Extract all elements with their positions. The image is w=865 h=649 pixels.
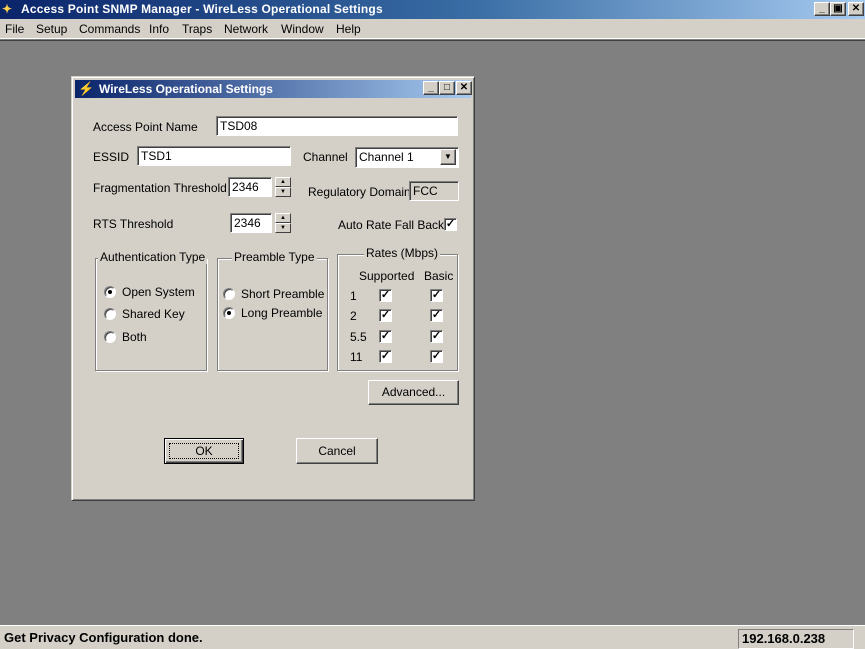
access-point-name-input[interactable]: TSD08 xyxy=(216,116,458,136)
spin-up-icon[interactable]: ▲ xyxy=(275,213,291,223)
spin-down-icon[interactable]: ▼ xyxy=(275,223,291,233)
rate-11-basic-checkbox[interactable]: ✓ xyxy=(430,350,443,363)
menu-file[interactable]: File xyxy=(5,22,24,36)
essid-label: ESSID xyxy=(93,150,130,164)
advanced-button[interactable]: Advanced... xyxy=(368,380,459,405)
shared-key-radio[interactable] xyxy=(104,308,116,320)
rates-label: Rates (Mbps) xyxy=(364,246,441,260)
open-system-radio[interactable] xyxy=(104,286,116,298)
rate-2-basic-checkbox[interactable]: ✓ xyxy=(430,309,443,322)
cancel-button[interactable]: Cancel xyxy=(296,438,378,464)
status-message: Get Privacy Configuration done. xyxy=(4,630,203,645)
menu-traps[interactable]: Traps xyxy=(182,22,212,36)
rts-threshold-spinner[interactable]: ▲ ▼ xyxy=(275,213,291,233)
rate-label: 5.5 xyxy=(350,330,367,344)
close-button[interactable]: ✕ xyxy=(848,2,864,16)
open-system-label[interactable]: Open System xyxy=(122,285,195,299)
auto-rate-fall-back-label: Auto Rate Fall Back xyxy=(338,218,445,232)
menu-setup[interactable]: Setup xyxy=(36,22,67,36)
channel-select-value: Channel 1 xyxy=(359,150,414,164)
rate-1-basic-checkbox[interactable]: ✓ xyxy=(430,289,443,302)
long-preamble-radio[interactable] xyxy=(223,307,235,319)
minimize-button[interactable]: _ xyxy=(814,2,830,16)
rate-2-supported-checkbox[interactable]: ✓ xyxy=(379,309,392,322)
rate-label: 1 xyxy=(350,289,357,303)
wireless-settings-dialog: ⚡ WireLess Operational Settings _ □ ✕ Ac… xyxy=(71,76,475,501)
rate-5-5-basic-checkbox[interactable]: ✓ xyxy=(430,330,443,343)
menu-commands[interactable]: Commands xyxy=(79,22,140,36)
fragmentation-threshold-input[interactable]: 2346 xyxy=(228,177,272,197)
status-bar: Get Privacy Configuration done. 192.168.… xyxy=(0,625,865,649)
dialog-maximize-button[interactable]: □ xyxy=(439,81,455,95)
rts-threshold-label: RTS Threshold xyxy=(93,217,174,231)
rates-basic-header: Basic xyxy=(424,269,454,283)
essid-input[interactable]: TSD1 xyxy=(137,146,291,166)
fragmentation-threshold-label: Fragmentation Threshold xyxy=(93,181,227,195)
rate-1-supported-checkbox[interactable]: ✓ xyxy=(379,289,392,302)
channel-label: Channel xyxy=(303,150,348,164)
dialog-close-button[interactable]: ✕ xyxy=(456,81,472,95)
preamble-type-label: Preamble Type xyxy=(232,250,317,264)
status-ip-address: 192.168.0.238 xyxy=(738,629,854,649)
fragmentation-threshold-spinner[interactable]: ▲ ▼ xyxy=(275,177,291,197)
dialog-minimize-button[interactable]: _ xyxy=(423,81,439,95)
ok-button[interactable]: OK xyxy=(164,438,244,464)
menu-bar: File Setup Commands Info Traps Network W… xyxy=(0,19,865,39)
rate-label: 11 xyxy=(350,350,363,364)
shared-key-label[interactable]: Shared Key xyxy=(122,307,185,321)
rate-5-5-supported-checkbox[interactable]: ✓ xyxy=(379,330,392,343)
short-preamble-radio[interactable] xyxy=(223,288,235,300)
access-point-name-label: Access Point Name xyxy=(93,120,198,134)
dialog-title-bar[interactable]: ⚡ WireLess Operational Settings _ □ ✕ xyxy=(75,80,472,98)
rate-11-supported-checkbox[interactable]: ✓ xyxy=(379,350,392,363)
rts-threshold-input[interactable]: 2346 xyxy=(230,213,272,233)
short-preamble-label[interactable]: Short Preamble xyxy=(241,287,324,301)
both-label[interactable]: Both xyxy=(122,330,147,344)
authentication-type-label: Authentication Type xyxy=(98,250,208,264)
satellite-icon: ✦ xyxy=(2,2,13,16)
menu-network[interactable]: Network xyxy=(224,22,268,36)
auto-rate-fall-back-checkbox[interactable]: ✓ xyxy=(444,218,457,231)
menu-window[interactable]: Window xyxy=(281,22,324,36)
both-radio[interactable] xyxy=(104,331,116,343)
menu-info[interactable]: Info xyxy=(149,22,169,36)
regulatory-domain-value: FCC xyxy=(409,181,459,201)
rate-label: 2 xyxy=(350,309,357,323)
restore-button[interactable]: ▣ xyxy=(830,2,846,16)
lightning-icon: ⚡ xyxy=(78,81,95,96)
long-preamble-label[interactable]: Long Preamble xyxy=(241,306,322,320)
spin-down-icon[interactable]: ▼ xyxy=(275,187,291,197)
dialog-title: WireLess Operational Settings xyxy=(99,82,273,96)
app-title: Access Point SNMP Manager - WireLess Ope… xyxy=(21,2,383,16)
chevron-down-icon[interactable]: ▼ xyxy=(440,149,456,165)
app-title-bar[interactable]: ✦ Access Point SNMP Manager - WireLess O… xyxy=(0,0,865,19)
regulatory-domain-label: Regulatory Domain xyxy=(308,185,411,199)
menu-help[interactable]: Help xyxy=(336,22,361,36)
spin-up-icon[interactable]: ▲ xyxy=(275,177,291,187)
rates-supported-header: Supported xyxy=(359,269,415,283)
